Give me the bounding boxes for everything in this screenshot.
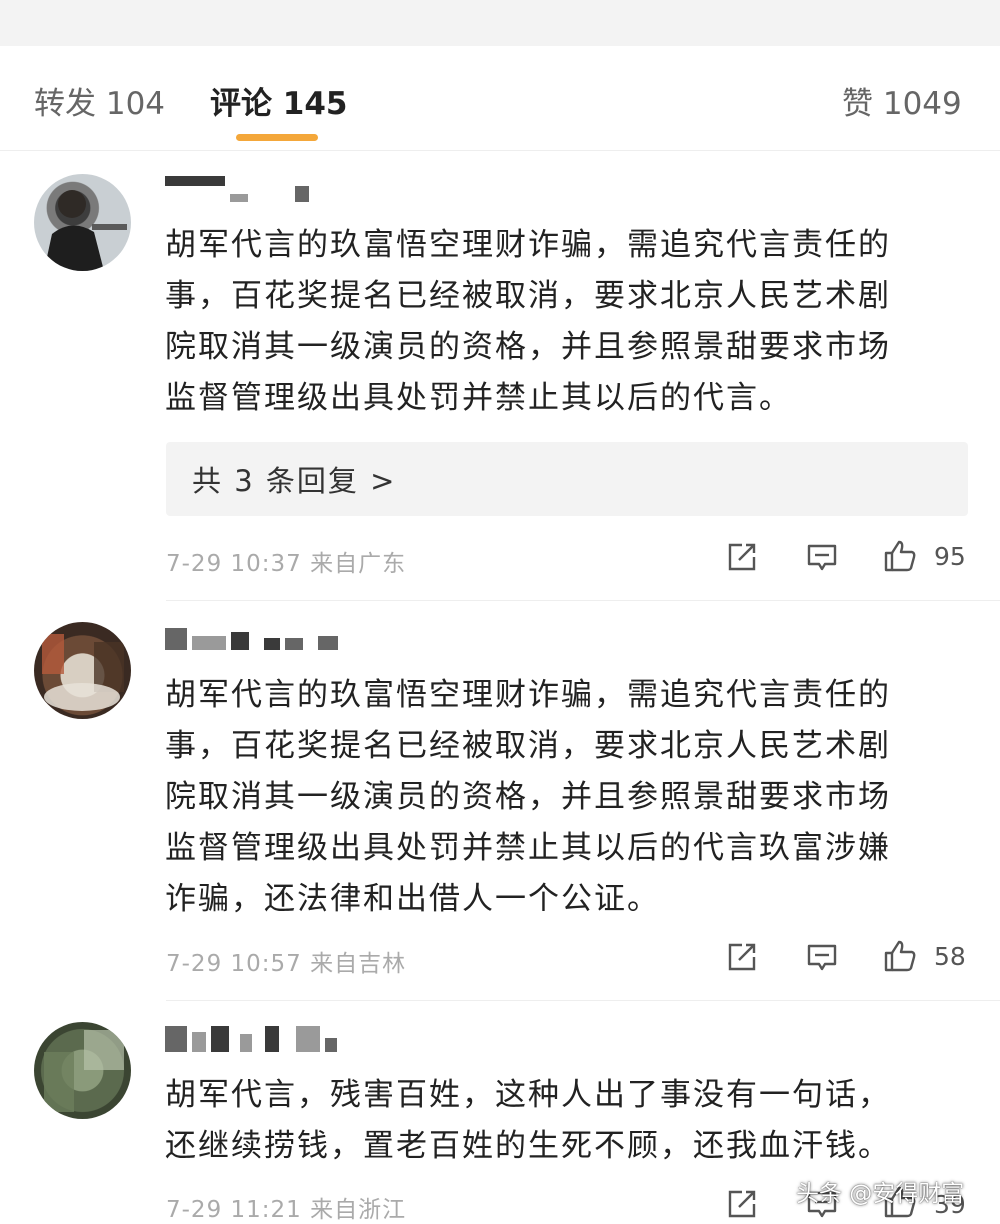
comment-icon[interactable]: [806, 541, 838, 573]
tab-reposts[interactable]: 转发 104: [34, 78, 165, 123]
tab-comments[interactable]: 评论 145: [210, 78, 348, 123]
username-blurred[interactable]: [165, 624, 338, 650]
top-strip: [0, 0, 1000, 46]
like-count: 95: [934, 542, 966, 571]
comment-meta: 7-29 10:57 来自吉林: [166, 951, 407, 977]
divider: [166, 600, 1000, 601]
share-icon[interactable]: [726, 541, 758, 573]
comment-meta: 7-29 10:37 来自广东: [166, 551, 407, 577]
comment-text: 胡军代言的玖富悟空理财诈骗，需追究代言责任的 事，百花奖提名已经被取消，要求北京…: [165, 677, 891, 917]
view-replies-button[interactable]: 共 3 条回复 >: [166, 442, 968, 516]
avatar[interactable]: [34, 622, 131, 719]
share-icon[interactable]: [726, 941, 758, 973]
avatar[interactable]: [34, 174, 131, 271]
divider: [0, 150, 1000, 151]
like-icon[interactable]: [882, 538, 918, 574]
tab-likes[interactable]: 赞 1049: [842, 78, 962, 123]
active-tab-indicator: [236, 134, 318, 141]
like-icon[interactable]: [882, 938, 918, 974]
watermark: 头条 @安得财富: [796, 1181, 965, 1207]
username-blurred[interactable]: [165, 176, 309, 202]
view-replies-label: 共 3 条回复 >: [192, 464, 397, 498]
comment-icon[interactable]: [806, 941, 838, 973]
like-count: 58: [934, 942, 966, 971]
comment-meta: 7-29 11:21 来自浙江: [166, 1197, 407, 1223]
comment-text: 胡军代言，残害百姓，这种人出了事没有一句话， 还继续捞钱，置老百姓的生死不顾，还…: [165, 1077, 891, 1164]
comment-text: 胡军代言的玖富悟空理财诈骗，需追究代言责任的 事，百花奖提名已经被取消，要求北京…: [165, 227, 891, 416]
tab-bar: 转发 104 评论 145 赞 1049: [0, 46, 1000, 150]
avatar[interactable]: [34, 1022, 131, 1119]
divider: [166, 1000, 1000, 1001]
share-icon[interactable]: [726, 1188, 758, 1220]
username-blurred[interactable]: [165, 1026, 337, 1052]
